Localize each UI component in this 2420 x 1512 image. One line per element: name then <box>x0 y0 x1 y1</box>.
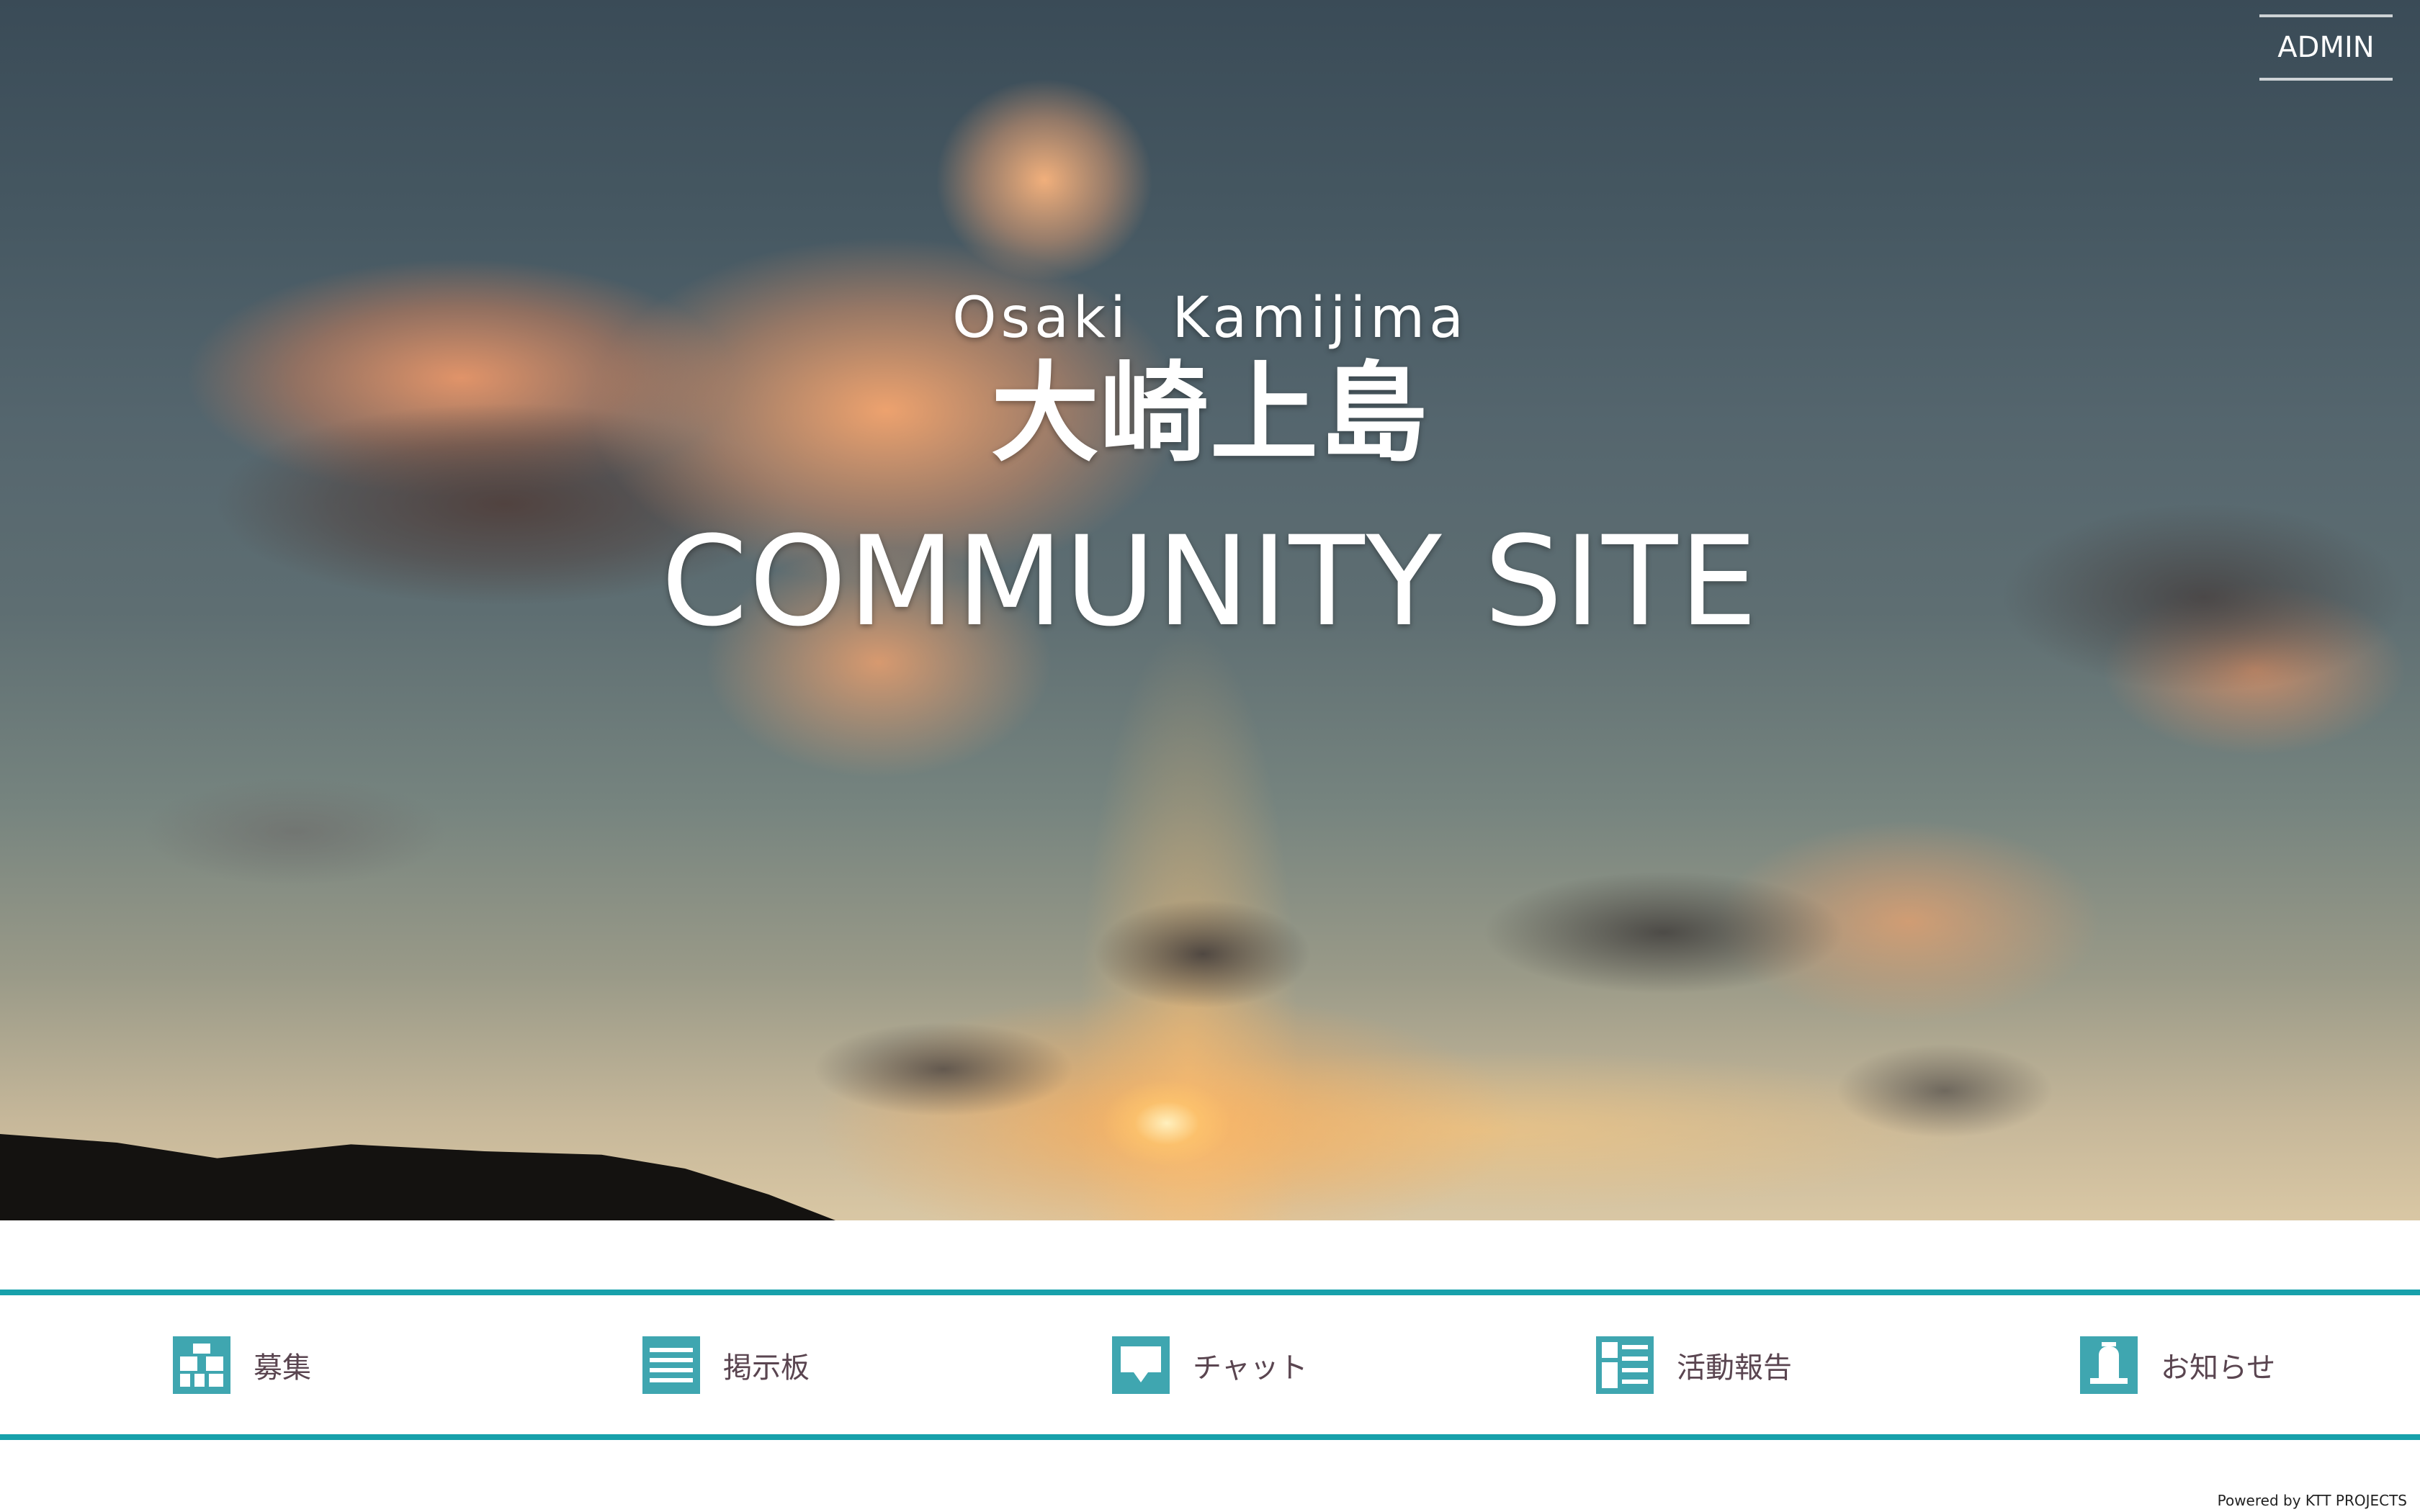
nav-item-activity-report[interactable]: 活動報告 <box>1596 1295 1792 1434</box>
activity-report-icon <box>1596 1336 1654 1394</box>
hero-subtitle-en: Osaki Kamijima <box>952 286 1468 351</box>
nav-label-recruit: 募集 <box>254 1351 311 1385</box>
nav-item-bulletin-board[interactable]: 掲示板 <box>642 1295 810 1434</box>
hill-silhouette <box>0 1134 835 1220</box>
hero-banner: ADMIN Osaki Kamijima 大崎上島 COMMUNITY SITE <box>0 0 2420 1220</box>
sun-glow <box>1102 1080 1232 1166</box>
bulletin-board-icon <box>642 1336 700 1394</box>
hero-cloud <box>1095 900 1311 1008</box>
nav-label-bulletin-board: 掲示板 <box>723 1351 810 1385</box>
admin-button[interactable]: ADMIN <box>2259 14 2393 81</box>
chat-icon <box>1112 1336 1170 1394</box>
hero-title-jp: 大崎上島 <box>990 351 1429 477</box>
nav-item-chat[interactable]: チャット <box>1112 1295 1308 1434</box>
main-nav: 募集 掲示板 チャット 活動報告 お知らせ <box>0 1290 2420 1440</box>
nav-label-notice: お知らせ <box>2161 1351 2276 1385</box>
hero-title-block: Osaki Kamijima 大崎上島 COMMUNITY SITE <box>0 284 2420 654</box>
hero-cloud <box>936 79 1152 281</box>
hero-cloud <box>814 1022 1073 1116</box>
footer-credit: Powered by KTT PROJECTS <box>2217 1492 2407 1509</box>
hero-cloud <box>1484 871 1844 994</box>
nav-label-activity-report: 活動報告 <box>1677 1351 1792 1385</box>
notice-icon <box>2080 1336 2138 1394</box>
recruit-icon <box>173 1336 230 1394</box>
hero-cloud <box>144 778 447 886</box>
nav-label-chat: チャット <box>1193 1351 1308 1385</box>
hero-site-title: COMMUNITY SITE <box>660 509 1759 654</box>
nav-item-recruit[interactable]: 募集 <box>173 1295 311 1434</box>
nav-item-notice[interactable]: お知らせ <box>2080 1295 2275 1434</box>
hero-cloud <box>1837 1044 2053 1138</box>
